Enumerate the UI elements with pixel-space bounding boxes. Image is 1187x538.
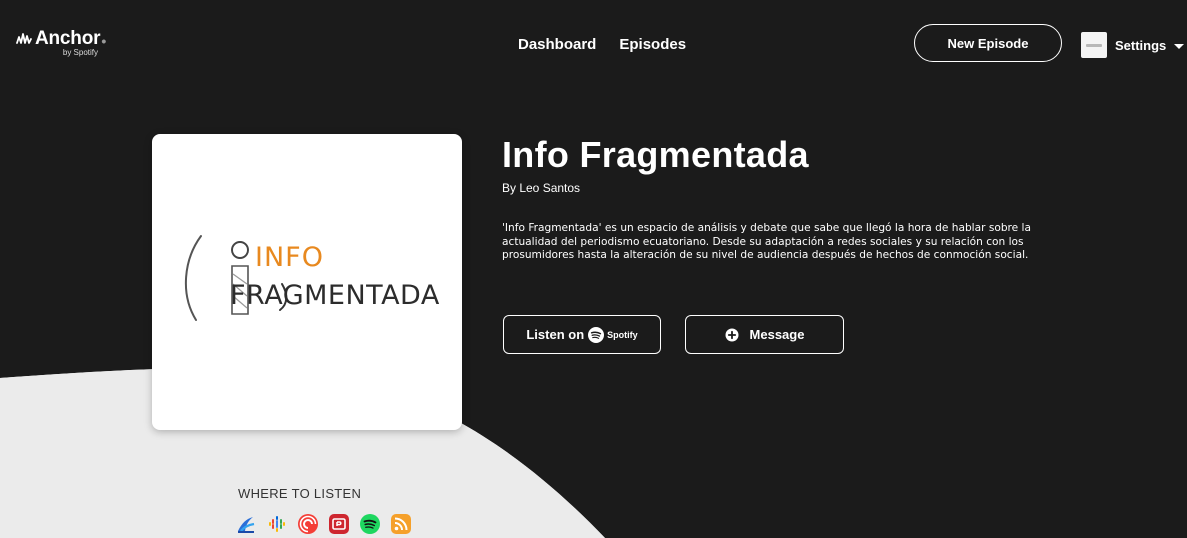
podcast-cover-art: INFO FRAGMENTADA (152, 134, 462, 430)
podcast-description: 'Info Fragmentada' es un espacio de anál… (502, 222, 1031, 261)
settings-avatar (1081, 32, 1107, 58)
anchor-wave-icon (16, 33, 32, 44)
nav-episodes-link[interactable]: Episodes (619, 36, 686, 53)
nav-dashboard-link[interactable]: Dashboard (518, 36, 596, 53)
radiopublic-icon[interactable] (329, 514, 349, 534)
new-episode-button[interactable]: New Episode (914, 24, 1062, 62)
message-plus-icon (725, 328, 739, 341)
logo-text: Anchor (35, 28, 101, 49)
top-nav: Anchor • by Spotify Dashboard Episodes N… (0, 12, 1187, 82)
podcast-title: Info Fragmentada (502, 134, 809, 175)
breaker-icon[interactable] (236, 514, 256, 534)
google-podcasts-icon[interactable] (267, 514, 287, 534)
podcast-page: Anchor • by Spotify Dashboard Episodes N… (0, 0, 1187, 538)
spotify-wordmark: Spotify (607, 329, 638, 340)
podcast-author: By Leo Santos (502, 181, 581, 195)
nav-links: Dashboard Episodes (518, 36, 686, 53)
message-button[interactable]: Message (685, 315, 844, 354)
message-label: Message (749, 327, 805, 342)
pocket-casts-icon[interactable] (298, 514, 318, 534)
settings-menu[interactable]: Settings (1081, 32, 1185, 58)
spotify-icon (588, 326, 605, 343)
cover-word-info: INFO (255, 242, 324, 273)
where-to-listen-heading: WHERE TO LISTEN (238, 486, 362, 501)
chevron-down-icon (1174, 43, 1185, 49)
listen-label: Listen on (526, 327, 585, 342)
logo-dot: • (101, 33, 107, 49)
spotify-icon[interactable] (360, 514, 380, 534)
rss-icon[interactable] (391, 514, 411, 534)
cover-word-fragmentada: FRAGMENTADA (230, 280, 440, 311)
settings-label: Settings (1115, 37, 1167, 53)
platform-list (236, 514, 411, 534)
anchor-logo[interactable]: Anchor • by Spotify (16, 28, 106, 57)
listen-on-spotify-button[interactable]: Listen on Spotify (503, 315, 661, 354)
